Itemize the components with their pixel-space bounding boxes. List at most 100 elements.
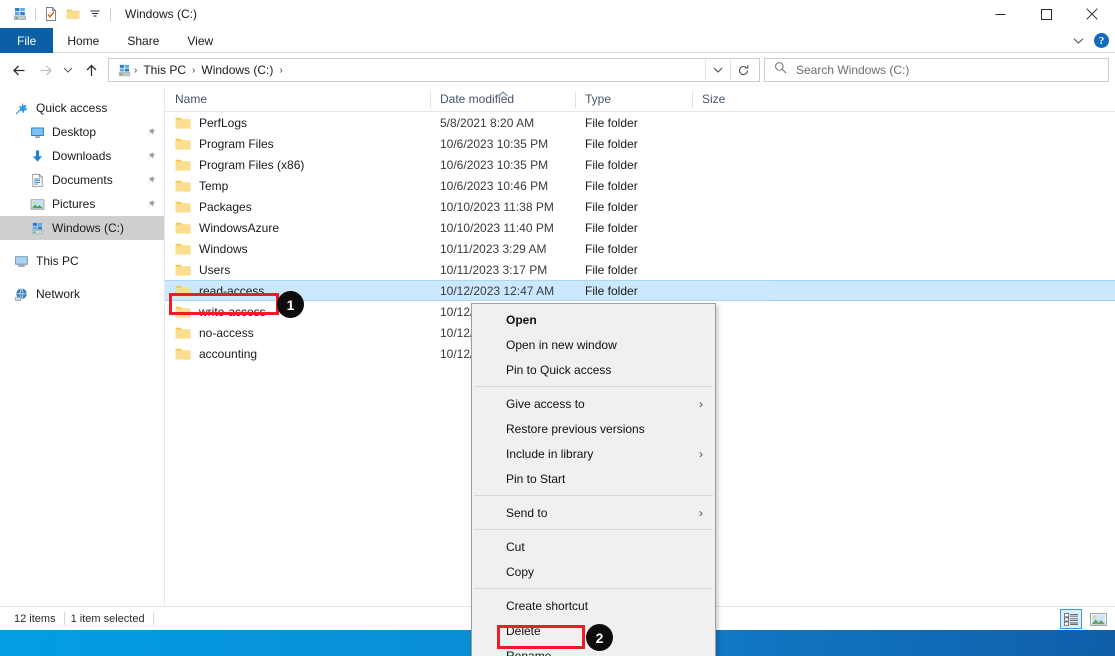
sidebar-item-desktop[interactable]: Desktop [0,120,164,144]
sidebar-item-windows-c[interactable]: Windows (C:) [0,216,164,240]
breadcrumb-separator-0[interactable]: › [132,65,139,76]
context-menu-item-copy[interactable]: Copy [472,559,715,584]
context-menu-item-restore-previous-versions[interactable]: Restore previous versions [472,416,715,441]
row-name-cell: no-access [165,326,430,340]
breadcrumb-item-this-pc[interactable]: This PC [139,63,190,77]
table-row[interactable]: read-access 10/12/2023 12:47 AM File fol… [165,280,1115,301]
chevron-right-icon: › [699,505,703,520]
search-input[interactable]: Search Windows (C:) [796,63,909,77]
drive-icon[interactable] [9,3,31,25]
refresh-button[interactable] [731,59,755,81]
table-row[interactable]: Program Files (x86) 10/6/2023 10:35 PM F… [165,154,1115,175]
table-row[interactable]: Temp 10/6/2023 10:46 PM File folder [165,175,1115,196]
pin-icon[interactable] [144,174,156,186]
step-badge-2: 2 [586,624,613,651]
address-bar[interactable]: › This PC › Windows (C:) › [108,58,760,82]
breadcrumb-drive-icon[interactable] [115,63,132,78]
breadcrumb: › This PC › Windows (C:) › [115,63,705,78]
pin-icon[interactable] [144,198,156,210]
sidebar-item-label: Quick access [36,101,108,115]
tab-file[interactable]: File [0,28,54,53]
context-menu-item-pin-to-quick-access[interactable]: Pin to Quick access [472,357,715,382]
table-row[interactable]: Packages 10/10/2023 11:38 PM File folder [165,196,1115,217]
row-name-cell: Packages [165,200,430,214]
previous-locations-button[interactable] [706,59,730,81]
row-name-cell: WindowsAzure [165,221,430,235]
chevron-right-icon: › [699,396,703,411]
column-header-date-modified[interactable]: Date modified [430,87,575,112]
sidebar-item-pictures[interactable]: Pictures [0,192,164,216]
ribbon-right-controls: ? [1070,28,1109,53]
sidebar-item-downloads[interactable]: Downloads [0,144,164,168]
row-name-cell: Windows [165,242,430,256]
context-menu-item-open-in-new-window[interactable]: Open in new window [472,332,715,357]
context-menu-separator [474,386,713,387]
recent-locations-button[interactable] [58,57,78,83]
table-row[interactable]: Users 10/11/2023 3:17 PM File folder [165,259,1115,280]
context-menu-item-include-in-library[interactable]: Include in library › [472,441,715,466]
column-header-size[interactable]: Size [692,87,772,112]
pin-icon[interactable] [144,150,156,162]
row-date-cell: 10/6/2023 10:35 PM [440,157,549,172]
breadcrumb-item-windows-c[interactable]: Windows (C:) [197,63,277,77]
new-folder-icon[interactable] [62,3,84,25]
folder-icon [175,137,191,151]
sidebar-item-quick-access[interactable]: Quick access [0,96,164,120]
pin-icon[interactable] [144,126,156,138]
folder-icon [175,263,191,277]
context-menu-item-create-shortcut[interactable]: Create shortcut [472,593,715,618]
up-button[interactable] [78,57,104,83]
minimize-button[interactable] [977,0,1023,28]
context-menu-item-send-to[interactable]: Send to › [472,500,715,525]
chevron-down-icon[interactable] [1070,28,1086,53]
row-name-label: PerfLogs [199,115,248,130]
table-row[interactable]: WindowsAzure 10/10/2023 11:40 PM File fo… [165,217,1115,238]
customize-qat-icon[interactable] [84,3,106,25]
context-menu-item-pin-to-start[interactable]: Pin to Start [472,466,715,491]
sidebar-item-network[interactable]: Network [0,282,164,306]
context-menu-item-give-access-to[interactable]: Give access to › [472,391,715,416]
details-view-button[interactable] [1060,609,1082,629]
close-button[interactable] [1069,0,1115,28]
maximize-button[interactable] [1023,0,1069,28]
row-date-cell: 10/11/2023 3:29 AM [440,241,547,256]
help-icon[interactable]: ? [1094,33,1109,48]
sidebar-item-documents[interactable]: Documents [0,168,164,192]
sort-ascending-icon [497,86,508,100]
sidebar-item-label: Documents [52,173,113,187]
folder-icon [175,221,191,235]
sidebar-gap-1 [0,240,164,249]
large-icons-view-button[interactable] [1087,609,1109,629]
table-row[interactable]: Windows 10/11/2023 3:29 AM File folder [165,238,1115,259]
network-icon [13,286,29,302]
sidebar-item-label: Desktop [52,125,97,139]
column-header-name[interactable]: Name [165,87,430,112]
back-button[interactable] [6,57,32,83]
context-menu-item-label: Give access to [506,396,585,411]
row-date-cell: 10/6/2023 10:35 PM [440,136,549,151]
context-menu-item-open[interactable]: Open [472,307,715,332]
tab-share[interactable]: Share [113,28,173,53]
status-separator-2 [152,612,154,625]
context-menu-separator [474,529,713,530]
sidebar-item-this-pc[interactable]: This PC [0,249,164,273]
row-name-label: read-access [199,283,265,298]
tab-home[interactable]: Home [53,28,113,53]
row-date-cell: 5/8/2021 8:20 AM [440,115,535,130]
view-buttons [1060,607,1109,631]
breadcrumb-separator-2[interactable]: › [277,65,284,76]
properties-icon[interactable] [40,3,62,25]
table-row[interactable]: Program Files 10/6/2023 10:35 PM File fo… [165,133,1115,154]
breadcrumb-separator-1[interactable]: › [190,65,197,76]
column-header-label: Type [585,92,612,106]
row-type-cell: File folder [585,220,638,235]
forward-button[interactable] [32,57,58,83]
row-name-label: Temp [199,178,229,193]
row-name-label: write-access [199,304,266,319]
documents-icon [29,172,45,188]
context-menu-item-cut[interactable]: Cut [472,534,715,559]
table-row[interactable]: PerfLogs 5/8/2021 8:20 AM File folder [165,112,1115,133]
search-box[interactable]: Search Windows (C:) [764,58,1109,82]
tab-view[interactable]: View [173,28,227,53]
column-header-type[interactable]: Type [575,87,692,112]
